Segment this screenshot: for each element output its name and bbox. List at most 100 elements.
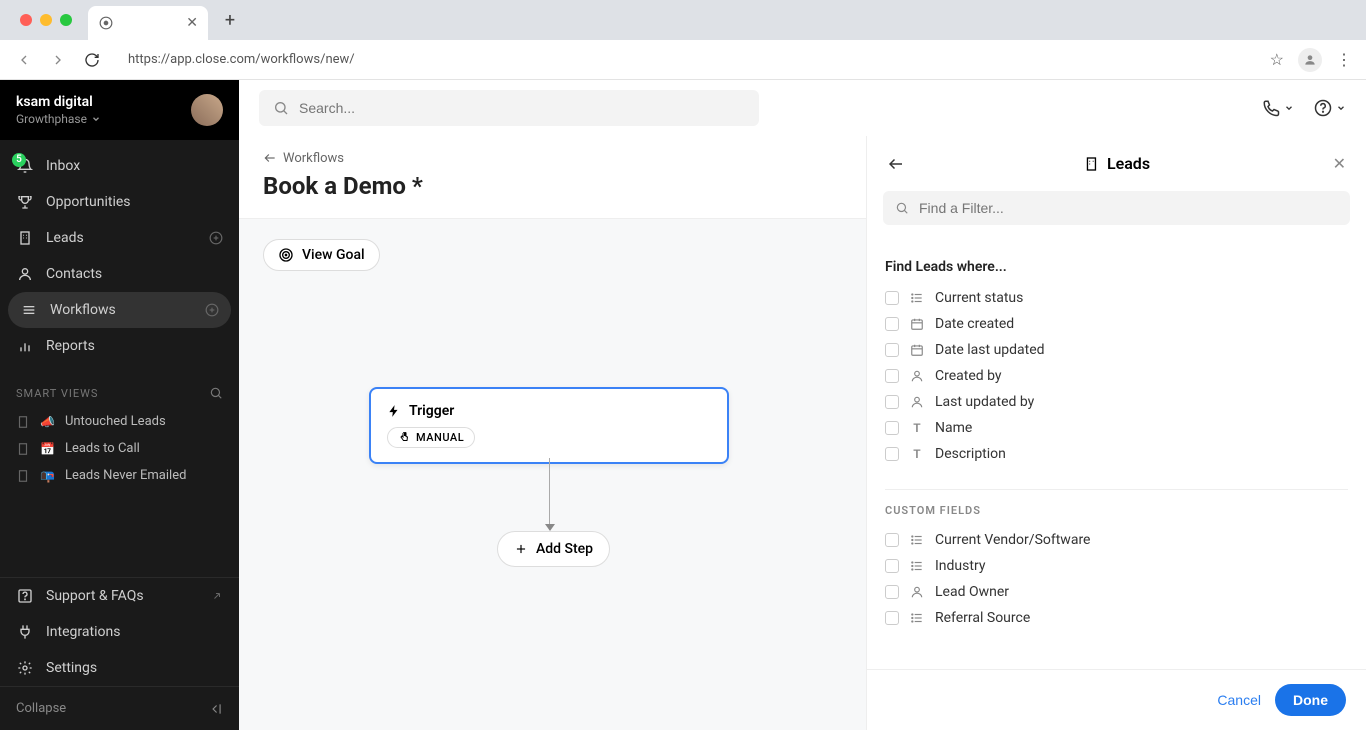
filter-row[interactable]: Current Vendor/Software [885, 527, 1348, 553]
topbar [239, 80, 1366, 136]
emoji-icon: 📭 [40, 469, 55, 483]
nav-settings[interactable]: Settings [0, 650, 239, 686]
new-tab-button[interactable]: + [216, 6, 244, 34]
window-maximize[interactable] [60, 14, 72, 26]
checkbox[interactable] [885, 369, 899, 383]
tab-bar: ✕ + [0, 0, 1366, 40]
smart-view-item[interactable]: 📭Leads Never Emailed [0, 462, 239, 489]
done-button[interactable]: Done [1275, 684, 1346, 716]
nav-workflows[interactable]: Workflows [8, 292, 231, 328]
trophy-icon [16, 193, 34, 211]
chevron-down-icon [1284, 103, 1294, 113]
target-icon [278, 247, 294, 263]
filter-search[interactable] [883, 191, 1350, 225]
trigger-mode-chip: MANUAL [387, 427, 475, 448]
add-workflow-icon[interactable] [205, 303, 219, 317]
nav-reload-icon[interactable] [82, 50, 102, 70]
filter-row[interactable]: Current status [885, 285, 1348, 311]
checkbox[interactable] [885, 585, 899, 599]
filter-row[interactable]: Lead Owner [885, 579, 1348, 605]
filter-row[interactable]: Industry [885, 553, 1348, 579]
filter-panel: Leads ✕ Find Leads where... Current stat… [866, 136, 1366, 730]
nav-opportunities[interactable]: Opportunities [0, 184, 239, 220]
filter-search-input[interactable] [919, 200, 1338, 216]
nav-contacts[interactable]: Contacts [0, 256, 239, 292]
phone-icon [1262, 99, 1280, 117]
nav-label: Support & FAQs [46, 588, 144, 604]
smart-views-header: SMART VIEWS [0, 372, 239, 408]
page-header: Workflows Book a Demo * [239, 136, 866, 219]
browser-menu-icon[interactable]: ⋮ [1336, 50, 1352, 69]
nav-support[interactable]: Support & FAQs [0, 578, 239, 614]
bell-icon: 5 [16, 157, 34, 175]
plug-icon [16, 623, 34, 641]
filter-label: Industry [935, 558, 985, 574]
emoji-icon: 📅 [40, 442, 55, 456]
org-switcher[interactable]: ksam digital Growthphase [0, 80, 239, 140]
find-heading: Find Leads where... [885, 237, 1348, 285]
filter-label: Created by [935, 368, 1002, 384]
filter-row[interactable]: Date last updated [885, 337, 1348, 363]
view-goal-button[interactable]: View Goal [263, 239, 380, 271]
checkbox[interactable] [885, 291, 899, 305]
filter-row[interactable]: TDescription [885, 441, 1348, 467]
nav-inbox[interactable]: 5 Inbox [0, 148, 239, 184]
panel-close-button[interactable]: ✕ [1333, 154, 1346, 173]
nav-leads[interactable]: Leads [0, 220, 239, 256]
search-icon[interactable] [209, 386, 223, 400]
help-icon [1314, 99, 1332, 117]
nav-reports[interactable]: Reports [0, 328, 239, 364]
url-field[interactable]: https://app.close.com/workflows/new/ [116, 46, 1256, 73]
list-type-icon [909, 532, 925, 548]
search-icon [895, 201, 909, 215]
panel-back-button[interactable] [887, 155, 905, 173]
browser-tab[interactable]: ✕ [88, 6, 208, 40]
phone-dropdown[interactable] [1262, 99, 1294, 117]
help-dropdown[interactable] [1314, 99, 1346, 117]
checkbox[interactable] [885, 317, 899, 331]
checkbox[interactable] [885, 421, 899, 435]
window-minimize[interactable] [40, 14, 52, 26]
global-search[interactable] [259, 90, 759, 126]
checkbox[interactable] [885, 533, 899, 547]
profile-icon[interactable] [1298, 48, 1322, 72]
filter-row[interactable]: Last updated by [885, 389, 1348, 415]
chart-icon [16, 337, 34, 355]
cancel-button[interactable]: Cancel [1217, 692, 1261, 708]
workflow-canvas[interactable]: View Goal Trigger MANUAL [239, 219, 866, 730]
tab-close-icon[interactable]: ✕ [186, 15, 198, 31]
search-icon [273, 100, 289, 116]
smart-view-item[interactable]: 📣Untouched Leads [0, 408, 239, 435]
panel-body: Find Leads where... Current statusDate c… [867, 237, 1366, 669]
back-link[interactable]: Workflows [263, 151, 344, 166]
nav-back-icon[interactable] [14, 50, 34, 70]
checkbox[interactable] [885, 343, 899, 357]
smart-view-item[interactable]: 📅Leads to Call [0, 435, 239, 462]
add-lead-icon[interactable] [209, 231, 223, 245]
checkbox[interactable] [885, 611, 899, 625]
filter-label: Name [935, 420, 972, 436]
filter-row[interactable]: TName [885, 415, 1348, 441]
filter-row[interactable]: Created by [885, 363, 1348, 389]
list-type-icon [909, 290, 925, 306]
checkbox[interactable] [885, 447, 899, 461]
browser-chrome: ✕ + https://app.close.com/workflows/new/… [0, 0, 1366, 80]
checkbox[interactable] [885, 395, 899, 409]
trigger-node[interactable]: Trigger MANUAL [369, 387, 729, 464]
search-input[interactable] [299, 100, 745, 116]
checkbox[interactable] [885, 559, 899, 573]
nav-integrations[interactable]: Integrations [0, 614, 239, 650]
nav-forward-icon[interactable] [48, 50, 68, 70]
plus-icon [514, 542, 528, 556]
filter-row[interactable]: Date created [885, 311, 1348, 337]
gear-icon [16, 659, 34, 677]
star-icon[interactable]: ☆ [1270, 50, 1284, 69]
user-avatar[interactable] [191, 94, 223, 126]
window-close[interactable] [20, 14, 32, 26]
collapse-sidebar[interactable]: Collapse [0, 686, 239, 730]
person-icon [16, 265, 34, 283]
add-step-button[interactable]: Add Step [497, 531, 610, 567]
page-title: Book a Demo * [263, 172, 842, 200]
building-icon [1083, 156, 1099, 172]
filter-row[interactable]: Referral Source [885, 605, 1348, 631]
